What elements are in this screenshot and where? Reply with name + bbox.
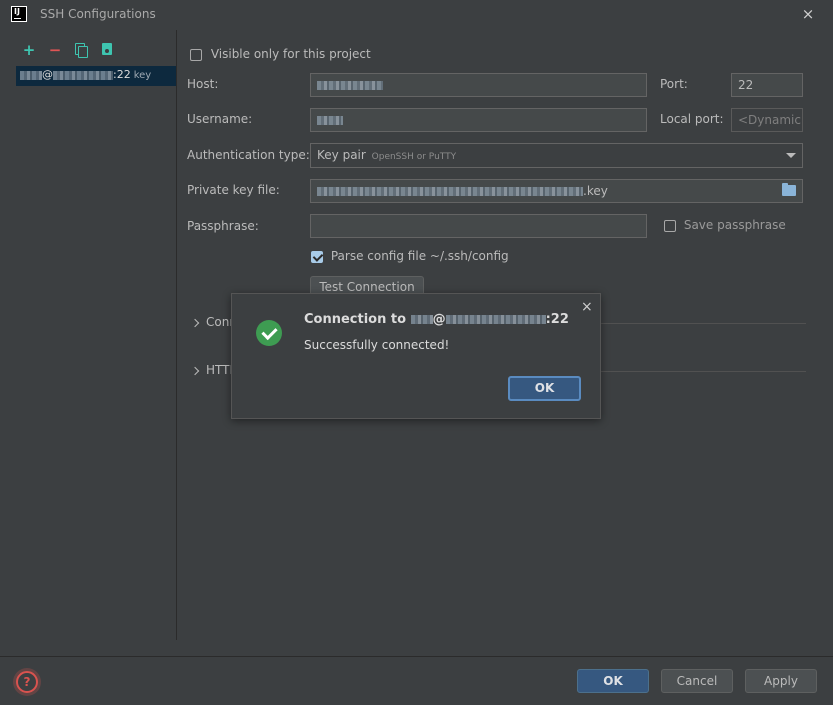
private-key-label: Private key file:	[187, 183, 280, 197]
close-icon[interactable]: ×	[800, 5, 816, 23]
add-icon[interactable]: +	[21, 42, 37, 58]
configurations-list-panel: + − @ :22 key	[0, 30, 177, 640]
at-sign: @	[42, 68, 53, 81]
intellij-app-icon: IJ	[11, 6, 27, 22]
config-item-suffix: key	[133, 70, 152, 81]
folder-icon[interactable]	[782, 183, 796, 196]
passphrase-label: Passphrase:	[187, 219, 259, 233]
footer-divider	[0, 656, 833, 657]
parse-config-label: Parse config file ~/.ssh/config	[330, 249, 509, 263]
username-field[interactable]	[310, 108, 647, 132]
redacted-host	[53, 70, 113, 80]
connection-success-dialog: × Connection to @ :22 Successfully connec…	[231, 293, 601, 419]
redacted-user	[410, 315, 433, 324]
section-divider	[600, 371, 806, 372]
auth-type-value: Key pair	[317, 148, 366, 162]
redacted-user	[20, 70, 42, 80]
config-item-port: :22	[113, 68, 131, 81]
redacted-key-path	[317, 187, 583, 196]
local-port-label: Local port:	[660, 112, 724, 126]
save-passphrase-row[interactable]: Save passphrase	[664, 218, 786, 232]
chevron-down-icon	[786, 153, 796, 158]
local-port-field[interactable]: <Dynamic>	[731, 108, 803, 132]
visible-only-checkbox[interactable]	[190, 48, 202, 61]
redacted-host-value	[317, 81, 383, 90]
passphrase-field[interactable]	[310, 214, 647, 238]
redacted-host	[445, 315, 546, 324]
auth-type-label: Authentication type:	[187, 148, 310, 162]
host-label: Host:	[187, 77, 219, 91]
save-passphrase-label: Save passphrase	[683, 218, 786, 232]
remove-icon[interactable]: −	[47, 42, 63, 58]
private-key-suffix: .key	[583, 184, 608, 198]
config-list-item[interactable]: @ :22 key	[16, 66, 176, 86]
dialog-ok-button[interactable]: OK	[508, 376, 581, 401]
auth-type-hint: OpenSSH or PuTTY	[371, 152, 457, 162]
chevron-right-icon	[190, 366, 200, 375]
window-title: SSH Configurations	[40, 7, 156, 21]
save-icon[interactable]	[99, 42, 115, 58]
save-passphrase-checkbox[interactable]	[664, 219, 676, 232]
dialog-title-prefix: Connection to	[304, 312, 407, 327]
visible-only-label: Visible only for this project	[210, 47, 371, 61]
copy-icon[interactable]	[73, 42, 89, 58]
help-icon[interactable]: ?	[16, 671, 38, 693]
visible-only-checkbox-row[interactable]: Visible only for this project	[190, 47, 371, 61]
port-field[interactable]: 22	[731, 73, 803, 97]
parse-config-row[interactable]: Parse config file ~/.ssh/config	[311, 249, 509, 263]
redacted-username	[317, 116, 343, 125]
at-sign: @	[432, 312, 446, 327]
section-divider	[600, 323, 806, 324]
close-icon[interactable]: ×	[581, 299, 593, 315]
dialog-title-port: :22	[545, 312, 569, 327]
success-check-icon	[256, 320, 282, 346]
parse-config-checkbox[interactable]	[311, 250, 323, 263]
title-bar: IJ SSH Configurations ×	[0, 0, 833, 30]
apply-button[interactable]: Apply	[745, 669, 817, 693]
cancel-button[interactable]: Cancel	[661, 669, 733, 693]
host-field[interactable]	[310, 73, 647, 97]
dialog-message: Successfully connected!	[304, 338, 450, 352]
port-label: Port:	[660, 77, 688, 91]
chevron-right-icon	[190, 318, 200, 327]
dialog-title: Connection to @ :22	[304, 312, 569, 327]
auth-type-select[interactable]: Key pair OpenSSH or PuTTY	[310, 143, 803, 168]
private-key-field[interactable]: .key	[310, 179, 803, 203]
ok-button[interactable]: OK	[577, 669, 649, 693]
http-section-toggle[interactable]: HTTP	[190, 363, 237, 377]
username-label: Username:	[187, 112, 253, 126]
